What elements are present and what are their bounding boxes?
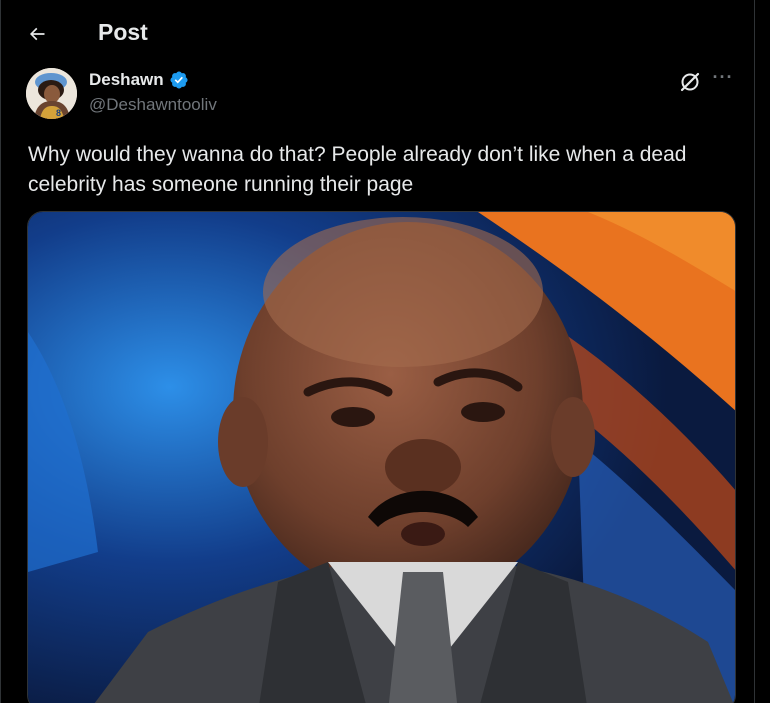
header: Post — [1, 0, 754, 66]
author-row: Deshawn — [89, 70, 189, 90]
arrow-left-icon — [29, 27, 45, 41]
grok-button[interactable] — [679, 71, 701, 93]
more-icon: ··· — [712, 67, 734, 87]
post-image — [28, 212, 735, 703]
author-handle[interactable]: @Deshawntooliv — [89, 95, 217, 115]
svg-text:8: 8 — [56, 108, 61, 118]
back-button[interactable] — [19, 16, 55, 52]
post-column: Post 8 Deshawn @Deshawntooliv ··· Why wo… — [0, 0, 755, 703]
author-name[interactable]: Deshawn — [89, 70, 164, 90]
avatar-image: 8 — [26, 68, 77, 119]
more-options-button[interactable]: ··· — [712, 67, 734, 92]
verified-badge-icon — [170, 71, 188, 89]
post-text: Why would they wanna do that? People alr… — [28, 143, 687, 196]
grok-icon — [680, 72, 700, 92]
post-media[interactable] — [27, 211, 736, 703]
avatar[interactable]: 8 — [26, 68, 77, 119]
page-title: Post — [98, 19, 148, 45]
